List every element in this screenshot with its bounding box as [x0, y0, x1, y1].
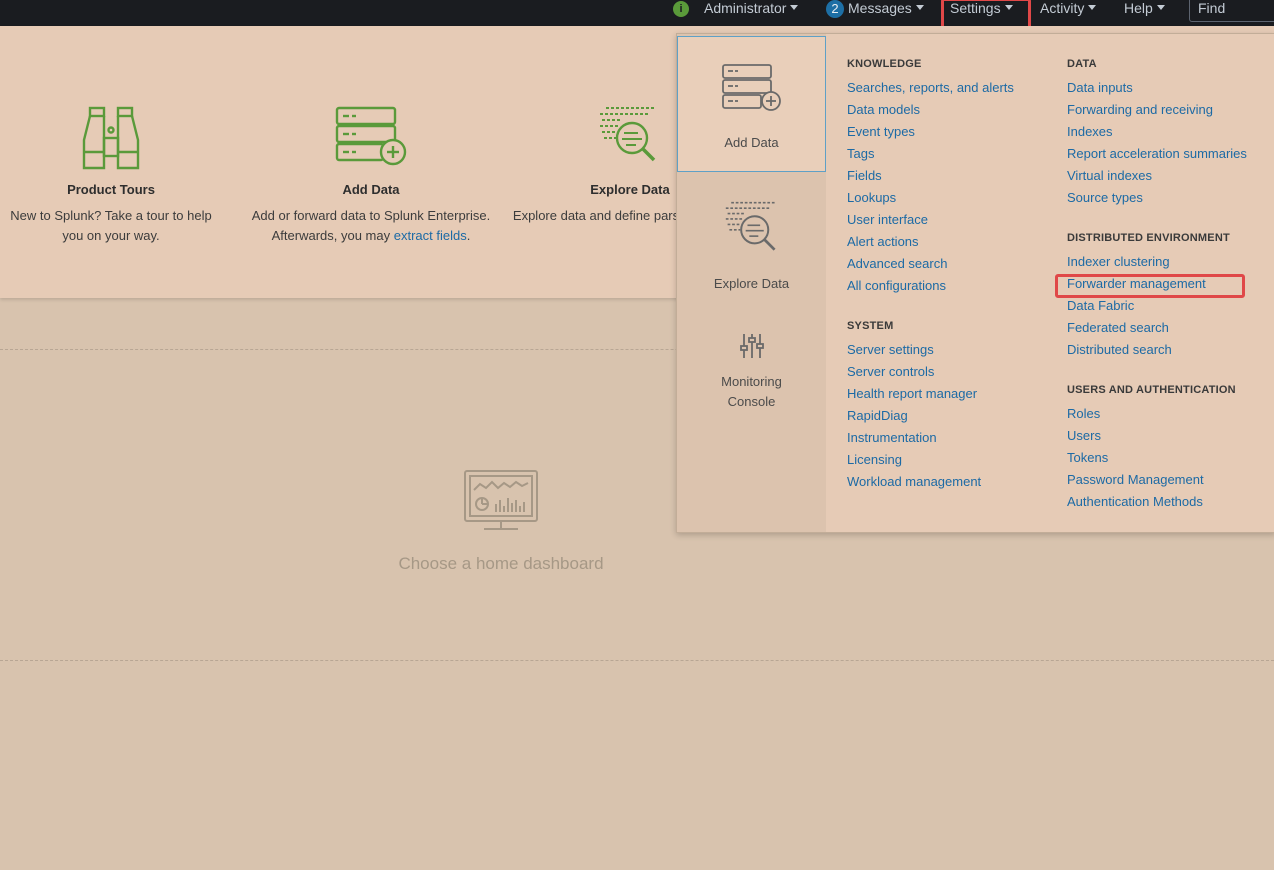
menu-tags[interactable]: Tags — [847, 146, 874, 161]
settings-menu-label: Settings — [950, 0, 1001, 16]
menu-lookups[interactable]: Lookups — [847, 190, 896, 205]
activity-menu[interactable]: Activity — [1040, 0, 1097, 26]
administrator-menu[interactable]: Administrator — [704, 0, 799, 26]
divider — [0, 660, 1274, 661]
chevron-down-icon — [1156, 5, 1165, 10]
distributed-environment-heading: DISTRIBUTED ENVIRONMENT — [1067, 232, 1230, 244]
menu-indexes[interactable]: Indexes — [1067, 124, 1113, 139]
system-heading: SYSTEM — [847, 320, 894, 332]
find-input[interactable]: Find — [1189, 0, 1274, 22]
menu-server-controls[interactable]: Server controls — [847, 364, 934, 379]
extract-fields-link[interactable]: extract fields — [394, 228, 467, 243]
help-menu-label: Help — [1124, 0, 1153, 16]
messages-menu-label: Messages — [848, 0, 912, 16]
data-heading: DATA — [1067, 58, 1097, 70]
monitor-dashboard-icon — [464, 470, 538, 530]
chevron-down-icon — [790, 5, 799, 10]
menu-roles[interactable]: Roles — [1067, 406, 1100, 421]
product-tours-description: New to Splunk? Take a tour to help you o… — [10, 208, 212, 243]
messages-count-badge[interactable]: 2 — [826, 0, 844, 18]
explore-data-icon — [725, 201, 776, 251]
add-data-description-end: . — [466, 228, 471, 243]
add-data-description: Add or forward data to Splunk Enterprise… — [251, 206, 491, 246]
quick-explore-data-label: Explore Data — [713, 276, 790, 291]
add-data-title: Add Data — [342, 182, 400, 197]
menu-instrumentation[interactable]: Instrumentation — [847, 430, 937, 445]
menu-alert-actions[interactable]: Alert actions — [847, 234, 919, 249]
settings-menu[interactable]: Settings — [950, 0, 1013, 26]
quick-explore-data[interactable]: Explore Data — [677, 194, 826, 304]
menu-virtual-indexes[interactable]: Virtual indexes — [1067, 168, 1152, 183]
menu-forwarding-and-receiving[interactable]: Forwarding and receiving — [1067, 102, 1213, 117]
menu-fields[interactable]: Fields — [847, 168, 882, 183]
menu-data-inputs[interactable]: Data inputs — [1067, 80, 1133, 95]
menu-rapiddiag[interactable]: RapidDiag — [847, 408, 908, 423]
sliders-icon — [739, 334, 764, 358]
menu-all-configurations[interactable]: All configurations — [847, 278, 946, 293]
menu-health-report-manager[interactable]: Health report manager — [847, 386, 977, 401]
explore-data-icon — [600, 107, 656, 162]
quick-add-data[interactable]: Add Data — [677, 36, 826, 172]
administrator-menu-label: Administrator — [704, 0, 787, 16]
menu-licensing[interactable]: Licensing — [847, 452, 902, 467]
menu-data-models[interactable]: Data models — [847, 102, 920, 117]
menu-users[interactable]: Users — [1067, 428, 1101, 443]
knowledge-heading: KNOWLEDGE — [847, 58, 922, 70]
menu-authentication-methods[interactable]: Authentication Methods — [1067, 494, 1203, 509]
help-menu[interactable]: Help — [1124, 0, 1165, 26]
top-navigation-bar: i Administrator 2 Messages Settings Acti… — [0, 0, 1274, 26]
menu-indexer-clustering[interactable]: Indexer clustering — [1067, 254, 1170, 269]
chevron-down-icon — [1004, 5, 1013, 10]
activity-menu-label: Activity — [1040, 0, 1085, 16]
menu-user-interface[interactable]: User interface — [847, 212, 928, 227]
menu-tokens[interactable]: Tokens — [1067, 450, 1108, 465]
quick-monitoring-console-label-line1: Monitoring — [721, 374, 782, 389]
menu-report-acceleration-summaries[interactable]: Report acceleration summaries — [1067, 146, 1247, 161]
binoculars-icon — [82, 106, 140, 170]
menu-data-fabric[interactable]: Data Fabric — [1067, 298, 1134, 313]
info-icon[interactable]: i — [673, 1, 689, 17]
chevron-down-icon — [1088, 5, 1097, 10]
menu-event-types[interactable]: Event types — [847, 124, 915, 139]
choose-home-dashboard-link[interactable]: Choose a home dashboard — [360, 554, 642, 574]
product-tours-title: Product Tours — [67, 182, 155, 197]
quick-add-data-label: Add Data — [724, 135, 779, 150]
users-and-authentication-heading: USERS AND AUTHENTICATION — [1067, 384, 1236, 396]
menu-federated-search[interactable]: Federated search — [1067, 320, 1169, 335]
menu-source-types[interactable]: Source types — [1067, 190, 1143, 205]
settings-quick-links: Add Data Explore Data Monitoring Console — [677, 34, 826, 532]
server-add-icon — [721, 64, 781, 111]
chevron-down-icon — [915, 5, 924, 10]
menu-password-management[interactable]: Password Management — [1067, 472, 1204, 487]
quick-monitoring-console-label-line2: Console — [727, 394, 776, 409]
menu-server-settings[interactable]: Server settings — [847, 342, 934, 357]
quick-monitoring-console[interactable]: Monitoring Console — [677, 332, 826, 422]
menu-workload-management[interactable]: Workload management — [847, 474, 981, 489]
server-add-icon — [335, 106, 407, 166]
messages-menu[interactable]: Messages — [848, 0, 924, 26]
menu-advanced-search[interactable]: Advanced search — [847, 256, 947, 271]
menu-searches-reports-alerts[interactable]: Searches, reports, and alerts — [847, 80, 1014, 95]
menu-forwarder-management[interactable]: Forwarder management — [1067, 276, 1206, 291]
menu-distributed-search[interactable]: Distributed search — [1067, 342, 1172, 357]
